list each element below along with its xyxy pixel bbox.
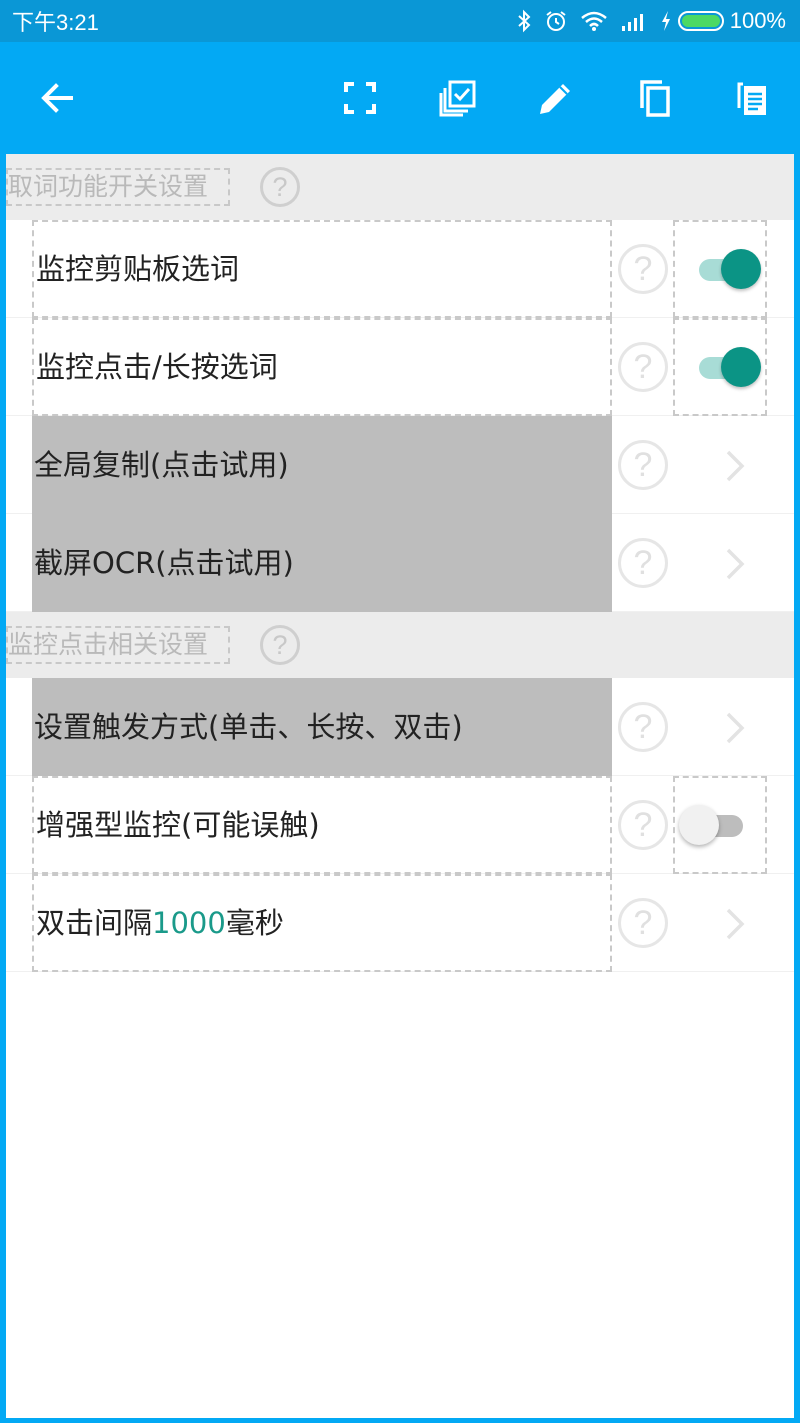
screenshot-ocr-label[interactable]: 截屏OCR(点击试用) [32, 514, 612, 612]
select-all-icon [439, 80, 476, 117]
monitor-clipboard-toggle[interactable] [695, 249, 761, 289]
signal-icon [621, 14, 643, 31]
edit-button[interactable] [516, 42, 596, 154]
monitor-clipboard-control [673, 220, 767, 318]
row-screenshot-ocr[interactable]: 截屏OCR(点击试用) ? [6, 514, 794, 612]
edit-icon [540, 84, 570, 114]
chevron-right-icon[interactable] [714, 544, 754, 584]
settings-panel: 取词功能开关设置 ? 监控剪贴板选词 ? 监控点击/长按选词 ? 全局复制(点击… [6, 154, 794, 1418]
fullscreen-icon [344, 82, 376, 114]
alarm-icon [546, 11, 566, 31]
paste-icon [737, 82, 766, 115]
select-all-button[interactable] [418, 42, 498, 154]
row-trigger-mode[interactable]: 设置触发方式(单击、长按、双击) ? [6, 678, 794, 776]
status-icons: 100% [516, 8, 786, 34]
help-icon[interactable]: ? [618, 440, 668, 490]
bluetooth-icon [518, 9, 531, 33]
help-icon[interactable]: ? [618, 538, 668, 588]
chevron-right-icon[interactable] [714, 446, 754, 486]
battery: 100% [660, 8, 786, 34]
section-title: 取词功能开关设置 [6, 168, 230, 206]
double-click-interval-label[interactable]: 双击间隔1000毫秒 [32, 874, 612, 972]
help-icon[interactable]: ? [618, 800, 668, 850]
row-monitor-clipboard: 监控剪贴板选词 ? [6, 220, 794, 318]
section-header-click-monitor: 监控点击相关设置 ? [6, 612, 794, 678]
interval-suffix: 毫秒 [225, 906, 284, 940]
section-help-icon[interactable]: ? [260, 167, 300, 207]
status-time: 下午3:21 [12, 10, 99, 35]
row-enhanced-monitor: 增强型监控(可能误触) ? [6, 776, 794, 874]
paste-button[interactable] [712, 42, 792, 154]
enhanced-monitor-control [673, 776, 767, 874]
enhanced-monitor-label[interactable]: 增强型监控(可能误触) [32, 776, 612, 874]
chevron-right-icon[interactable] [714, 904, 754, 944]
section-help-icon[interactable]: ? [260, 625, 300, 665]
enhanced-monitor-toggle[interactable] [679, 805, 745, 845]
trigger-mode-label[interactable]: 设置触发方式(单击、长按、双击) [32, 678, 612, 776]
interval-prefix: 双击间隔 [36, 906, 153, 940]
row-double-click-interval: 双击间隔1000毫秒 ? [6, 874, 794, 972]
toolbar [0, 42, 800, 154]
row-global-copy[interactable]: 全局复制(点击试用) ? [6, 416, 794, 514]
charging-icon [661, 11, 670, 31]
copy-button[interactable] [614, 42, 694, 154]
row-monitor-click: 监控点击/长按选词 ? [6, 318, 794, 416]
section-header-word-capture: 取词功能开关设置 ? [6, 154, 794, 220]
status-bar: 下午3:21 100% [0, 0, 800, 42]
monitor-click-label[interactable]: 监控点击/长按选词 [32, 318, 612, 416]
fullscreen-button[interactable] [320, 42, 400, 154]
help-icon[interactable]: ? [618, 244, 668, 294]
back-button[interactable] [17, 42, 97, 154]
battery-icon [677, 11, 724, 31]
interval-value: 1000 [152, 906, 226, 940]
copy-icon [640, 80, 670, 117]
monitor-click-toggle[interactable] [695, 347, 761, 387]
back-arrow-icon [41, 83, 73, 113]
help-icon[interactable]: ? [618, 342, 668, 392]
monitor-click-control [673, 318, 767, 416]
monitor-clipboard-label[interactable]: 监控剪贴板选词 [32, 220, 612, 318]
chevron-right-icon[interactable] [714, 708, 754, 748]
wifi-icon [580, 11, 607, 31]
global-copy-label[interactable]: 全局复制(点击试用) [32, 416, 612, 514]
help-icon[interactable]: ? [618, 702, 668, 752]
battery-percent: 100% [729, 8, 786, 33]
help-icon[interactable]: ? [618, 898, 668, 948]
section-title: 监控点击相关设置 [6, 626, 230, 664]
